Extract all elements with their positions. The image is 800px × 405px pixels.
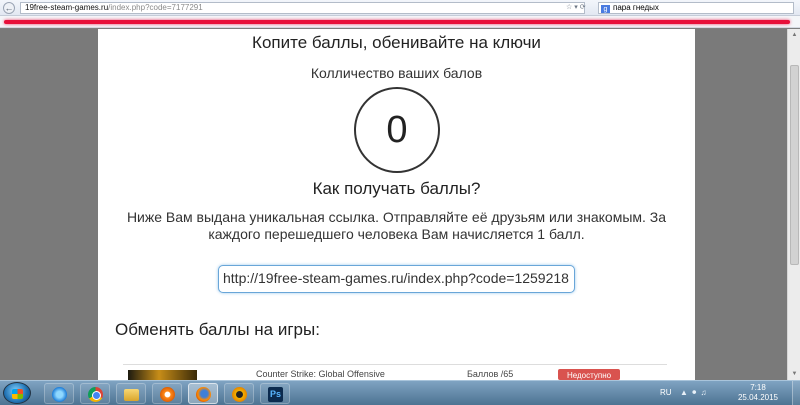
clock-date: 25.04.2015 [737, 393, 779, 402]
google-icon: g [601, 5, 610, 13]
game-name: Counter Strike: Global Offensive [256, 369, 385, 379]
taskbar-internet-explorer[interactable] [44, 383, 74, 404]
firefox-icon [196, 387, 211, 402]
clock[interactable]: 7:18 25.04.2015 [728, 383, 788, 403]
internet-explorer-icon [52, 387, 67, 402]
taskbar-media-player[interactable] [152, 383, 182, 404]
game-thumbnail [128, 370, 197, 380]
vertical-scrollbar[interactable]: ▲ ▼ [787, 29, 800, 380]
windows-logo-icon [12, 389, 23, 399]
content-panel: Копите баллы, обенивайте на ключи Коллич… [98, 29, 695, 380]
points-counter: 0 [354, 87, 440, 173]
system-tray: RU ▲⚫♫ 7:18 25.04.2015 [658, 381, 800, 405]
browser-navbar: ← 19free-steam-games.ru/index.php?code=7… [0, 0, 800, 16]
back-arrow-icon[interactable]: ← [3, 2, 15, 14]
instructions-text: Ниже Вам выдана уникальная ссылка. Отпра… [126, 209, 667, 242]
taskbar-chrome[interactable] [80, 383, 110, 404]
points-count-label: Колличество ваших балов [310, 65, 483, 81]
url-path: /index.php?code=7177291 [108, 3, 203, 12]
scroll-down-icon[interactable]: ▼ [790, 369, 799, 379]
referral-link-field[interactable]: http://19free-steam-games.ru/index.php?c… [218, 265, 575, 293]
page-viewport: Копите баллы, обенивайте на ключи Коллич… [0, 29, 800, 380]
url-bar-buttons[interactable]: ☆▾⟳ [566, 3, 588, 11]
address-bar[interactable]: 19free-steam-games.ru/index.php?code=717… [20, 2, 585, 14]
chrome-icon [88, 387, 103, 402]
url-host: 19free-steam-games.ru [25, 3, 109, 12]
taskbar-firefox[interactable] [188, 383, 218, 404]
exchange-title: Обменять баллы на игры: [115, 320, 320, 339]
clock-time: 7:18 [750, 383, 766, 392]
bookmarks-highlight-line [4, 20, 790, 24]
scroll-up-icon[interactable]: ▲ [790, 30, 799, 40]
bookmarks-toolbar [0, 16, 800, 28]
search-bar[interactable]: g пара гнедых [598, 2, 794, 14]
start-button[interactable] [3, 382, 31, 404]
aimp-icon [232, 387, 247, 402]
folder-icon [124, 389, 139, 401]
table-divider [123, 364, 667, 365]
page-title: Копите баллы, обенивайте на ключи [252, 33, 541, 52]
unavailable-button[interactable]: Недоступно [558, 369, 620, 380]
taskbar-photoshop[interactable]: Ps [260, 383, 290, 404]
show-desktop-button[interactable] [792, 381, 800, 405]
tray-icons[interactable]: ▲⚫♫ [680, 388, 710, 397]
photoshop-icon: Ps [268, 387, 283, 402]
game-points: Баллов /65 [467, 369, 514, 379]
how-to-earn-title: Как получать баллы? [312, 179, 481, 198]
media-player-icon [160, 387, 175, 402]
taskbar: Ps RU ▲⚫♫ 7:18 25.04.2015 [0, 380, 800, 405]
scroll-thumb[interactable] [790, 65, 799, 265]
language-indicator[interactable]: RU [660, 388, 672, 397]
taskbar-explorer[interactable] [116, 383, 146, 404]
taskbar-aimp[interactable] [224, 383, 254, 404]
search-query: пара гнедых [613, 3, 659, 12]
